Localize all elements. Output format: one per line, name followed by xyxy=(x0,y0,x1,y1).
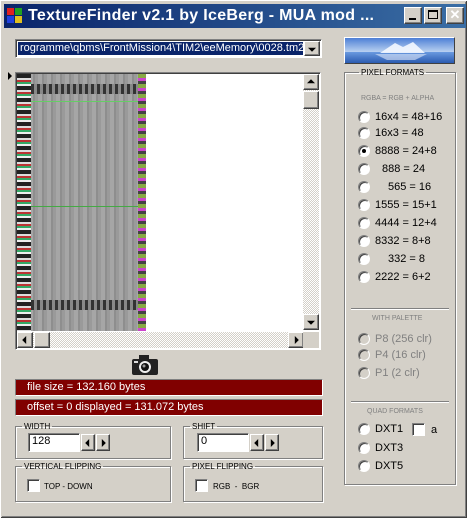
rgb-bgr-label: RGB - BGR xyxy=(213,482,260,491)
palette-0-radio[interactable] xyxy=(358,333,370,345)
maximize-icon xyxy=(428,10,438,19)
format-9-label: 2222 = 6+2 xyxy=(375,271,431,283)
close-icon: ✕ xyxy=(449,7,461,22)
format-8-label: 332 = 8 xyxy=(388,253,426,265)
top-down-checkbox[interactable] xyxy=(27,479,40,492)
palette-2-radio[interactable] xyxy=(358,367,370,379)
increase-icon xyxy=(101,438,106,447)
palette-2-label: P1 (2 clr) xyxy=(375,367,420,379)
offset-display: offset = 0 displayed = 131.072 bytes xyxy=(15,399,323,416)
format-7-radio[interactable] xyxy=(358,235,370,247)
file-size-display: file size = 132.160 bytes xyxy=(15,379,323,396)
format-3-radio[interactable] xyxy=(358,163,370,175)
palette-1-radio[interactable] xyxy=(358,349,370,361)
decrease-icon xyxy=(85,438,90,447)
scroll-corner xyxy=(303,332,319,348)
format-1-radio[interactable] xyxy=(358,127,370,139)
pixel-formats-legend: PIXEL FORMATS xyxy=(361,68,425,77)
iceberg-logo[interactable] xyxy=(344,37,455,64)
format-0-label: 16x4 = 48+16 xyxy=(375,111,443,123)
shift-decrease-button[interactable] xyxy=(250,434,264,451)
scroll-left-button[interactable] xyxy=(17,332,33,348)
maximize-button[interactable] xyxy=(424,7,442,24)
format-7-label: 8332 = 8+8 xyxy=(375,235,431,247)
minimize-icon xyxy=(409,18,416,20)
format-0-radio[interactable] xyxy=(358,111,370,123)
horizontal-scroll-thumb[interactable] xyxy=(34,332,50,348)
close-button[interactable]: ✕ xyxy=(446,7,464,24)
quad-1-radio[interactable] xyxy=(358,442,370,454)
vertical-flipping-legend: VERTICAL FLIPPING xyxy=(24,462,102,471)
vertical-scrollbar[interactable] xyxy=(303,74,319,330)
format-5-label: 1555 = 15+1 xyxy=(375,199,437,211)
format-4-label: 565 = 16 xyxy=(388,181,432,193)
format-6-radio[interactable] xyxy=(358,217,370,229)
scroll-right-icon xyxy=(294,336,299,344)
shift-input[interactable]: 0 xyxy=(197,433,249,452)
dxt1-alpha-label: a xyxy=(431,424,438,436)
minimize-button[interactable] xyxy=(404,7,422,24)
shift-increase-button[interactable] xyxy=(265,434,279,451)
scroll-up-icon xyxy=(307,79,315,84)
texture-viewer[interactable] xyxy=(15,72,321,350)
horizontal-scrollbar[interactable] xyxy=(17,332,304,348)
width-increase-button[interactable] xyxy=(96,434,110,451)
scroll-down-icon xyxy=(307,320,315,325)
file-path-dropdown-button[interactable] xyxy=(304,41,320,56)
width-input[interactable]: 128 xyxy=(28,433,80,452)
title-bar[interactable]: TextureFinder v2.1 by IceBerg - MUA mod … xyxy=(4,4,466,28)
top-down-label: TOP - DOWN xyxy=(44,482,93,491)
scroll-up-button[interactable] xyxy=(303,74,319,90)
window-title: TextureFinder v2.1 by IceBerg - MUA mod … xyxy=(28,7,375,24)
quad-2-label: DXT5 xyxy=(375,460,404,472)
palette-0-label: P8 (256 clr) xyxy=(375,333,432,345)
quad-0-label: DXT1 xyxy=(375,423,404,435)
quad-formats-subheading: QUAD FORMATS xyxy=(367,408,423,415)
width-decrease-button[interactable] xyxy=(81,434,95,451)
scroll-left-icon xyxy=(22,336,27,344)
quad-2-radio[interactable] xyxy=(358,460,370,472)
format-4-radio[interactable] xyxy=(358,181,370,193)
rgba-subheading: RGBA = RGB + ALPHA xyxy=(361,95,435,102)
main-window: TextureFinder v2.1 by IceBerg - MUA mod … xyxy=(0,0,468,519)
row-marker-icon xyxy=(8,72,12,80)
file-path-combobox[interactable]: rogramme\qbms\FrontMission4\TIM2\eeMemor… xyxy=(15,39,322,58)
width-legend: WIDTH xyxy=(24,422,51,431)
file-path-value: rogramme\qbms\FrontMission4\TIM2\eeMemor… xyxy=(18,42,303,55)
dxt1-alpha-checkbox[interactable] xyxy=(412,423,425,436)
format-5-radio[interactable] xyxy=(358,199,370,211)
format-3-label: 888 = 24 xyxy=(382,163,426,175)
dropdown-arrow-icon xyxy=(308,47,316,52)
palette-subheading: WITH PALETTE xyxy=(372,315,423,322)
quad-1-label: DXT3 xyxy=(375,442,404,454)
camera-icon[interactable] xyxy=(130,353,160,377)
scroll-right-button[interactable] xyxy=(288,332,304,348)
scroll-down-button[interactable] xyxy=(303,314,319,330)
app-icon[interactable] xyxy=(7,8,23,24)
format-2-label: 8888 = 24+8 xyxy=(375,145,437,157)
format-2-radio[interactable] xyxy=(358,145,370,157)
quad-0-radio[interactable] xyxy=(358,423,370,435)
format-8-radio[interactable] xyxy=(358,253,370,265)
format-9-radio[interactable] xyxy=(358,271,370,283)
format-6-label: 4444 = 12+4 xyxy=(375,217,437,229)
format-1-label: 16x3 = 48 xyxy=(375,127,424,139)
decrease-icon xyxy=(254,438,259,447)
vertical-scroll-thumb[interactable] xyxy=(303,91,319,109)
palette-1-label: P4 (16 clr) xyxy=(375,349,426,361)
rgb-bgr-checkbox[interactable] xyxy=(195,479,208,492)
increase-icon xyxy=(270,438,275,447)
pixel-flipping-legend: PIXEL FLIPPING xyxy=(192,462,254,471)
texture-preview-image xyxy=(17,74,146,331)
shift-legend: SHIFT xyxy=(192,422,216,431)
